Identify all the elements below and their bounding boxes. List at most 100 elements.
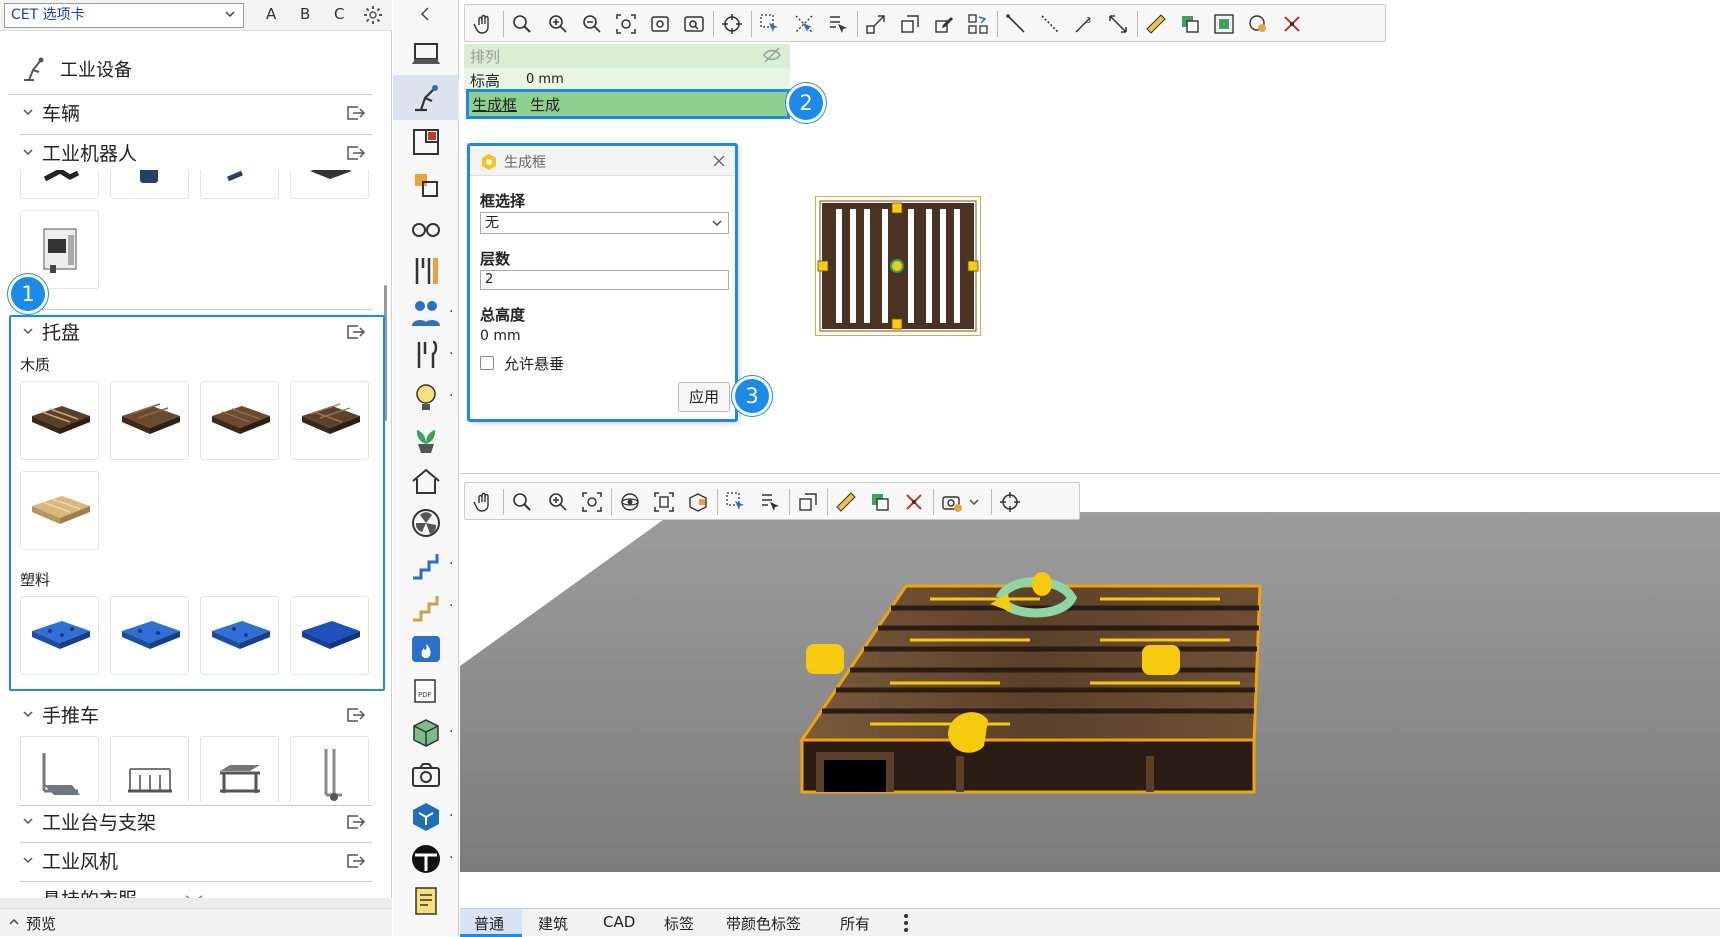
- category-vehicles[interactable]: 车辆: [22, 98, 372, 128]
- dashed-line-icon[interactable]: [1039, 13, 1061, 35]
- robot-arm-icon[interactable]: [409, 80, 443, 114]
- zoom-in-icon[interactable]: [547, 491, 569, 513]
- wood-pallet-thumb[interactable]: [290, 381, 369, 460]
- delete-icon[interactable]: [903, 491, 925, 513]
- frame-select-dropdown[interactable]: 无: [480, 212, 729, 234]
- letter-b-button[interactable]: B: [300, 5, 310, 23]
- notes-icon[interactable]: [409, 884, 443, 918]
- category-robots[interactable]: 工业机器人: [22, 138, 372, 168]
- layers-input[interactable]: 2: [480, 270, 729, 290]
- zoom-icon[interactable]: [511, 13, 533, 35]
- wood-pallet-thumb[interactable]: [20, 381, 99, 460]
- apply-button[interactable]: 应用: [678, 382, 730, 412]
- tab-color-labels[interactable]: 带颜色标签: [726, 913, 801, 934]
- category-fans[interactable]: 工业风机: [22, 846, 372, 876]
- view-box-icon[interactable]: [687, 491, 709, 513]
- orbit-icon[interactable]: [619, 491, 641, 513]
- export-icon[interactable]: [346, 707, 366, 723]
- zoom-in-icon[interactable]: [547, 13, 569, 35]
- export-icon[interactable]: [346, 145, 366, 161]
- settings-coin-icon[interactable]: [1247, 13, 1269, 35]
- fit-view-icon[interactable]: [653, 491, 675, 513]
- prop-row-arrange[interactable]: 排列: [464, 44, 790, 68]
- snap-crosshair-icon[interactable]: [999, 491, 1021, 513]
- tab-selector-dropdown[interactable]: CET 选项卡: [4, 3, 244, 28]
- tab-labels[interactable]: 标签: [664, 913, 694, 934]
- category-pallets[interactable]: 托盘: [22, 317, 372, 347]
- letter-c-button[interactable]: C: [334, 5, 344, 23]
- camera-settings-icon[interactable]: [941, 491, 963, 513]
- plant-icon[interactable]: [409, 422, 443, 456]
- copy-icon[interactable]: [869, 491, 891, 513]
- collapse-button[interactable]: [415, 0, 435, 28]
- export-icon[interactable]: [346, 853, 366, 869]
- chevron-down-icon[interactable]: [967, 491, 981, 513]
- category-workbench[interactable]: 工业台与支架: [22, 807, 372, 837]
- measure-arrow-icon[interactable]: [1107, 13, 1129, 35]
- robot-thumb[interactable]: [200, 170, 279, 199]
- scale-icon[interactable]: [899, 13, 921, 35]
- zoom-out-icon[interactable]: [581, 13, 603, 35]
- shapes-icon[interactable]: [409, 168, 443, 202]
- prop-row-generate-frame[interactable]: 生成框 生成: [466, 89, 790, 119]
- lightbulb-icon[interactable]: [409, 380, 443, 414]
- export-icon[interactable]: [346, 814, 366, 830]
- snap-crosshair-icon[interactable]: [721, 13, 743, 35]
- export-icon[interactable]: [346, 105, 366, 121]
- house-icon[interactable]: [409, 464, 443, 498]
- trolley-thumb[interactable]: [110, 736, 189, 802]
- robot-thumb[interactable]: [110, 170, 189, 199]
- scale-icon[interactable]: [797, 491, 819, 513]
- tab-cad[interactable]: CAD: [603, 913, 635, 931]
- camera-icon[interactable]: [409, 758, 443, 792]
- delete-icon[interactable]: [1281, 13, 1303, 35]
- select-icon[interactable]: [759, 13, 781, 35]
- select-cross-icon[interactable]: [793, 13, 815, 35]
- category-trolleys[interactable]: 手推车: [22, 700, 372, 730]
- select-list-icon[interactable]: [759, 491, 781, 513]
- cube-icon[interactable]: [409, 716, 443, 750]
- pdf-icon[interactable]: PDF: [409, 674, 443, 708]
- fan-icon[interactable]: [409, 506, 443, 540]
- floorplan-icon[interactable]: [409, 125, 443, 159]
- copy-icon[interactable]: [1179, 13, 1201, 35]
- line-icon[interactable]: [1005, 13, 1027, 35]
- array-icon[interactable]: [967, 13, 989, 35]
- tab-normal[interactable]: 普通: [474, 913, 504, 934]
- sketchup-icon[interactable]: [409, 800, 443, 834]
- gear-icon[interactable]: [363, 5, 383, 25]
- robot-thumb[interactable]: [20, 170, 99, 199]
- more-vertical-icon[interactable]: [903, 913, 909, 933]
- trolley-thumb[interactable]: [20, 736, 99, 802]
- ruler-icon[interactable]: [835, 491, 857, 513]
- brand-circle-icon[interactable]: [409, 842, 443, 876]
- tools-icon[interactable]: [409, 254, 443, 288]
- dimension-3pt-icon[interactable]: 3: [1073, 13, 1095, 35]
- trolley-thumb[interactable]: [200, 736, 279, 802]
- pallet-2d-view[interactable]: [815, 196, 981, 336]
- robot-thumb[interactable]: [290, 170, 369, 199]
- zoom-extents-icon[interactable]: [615, 13, 637, 35]
- laptop-icon[interactable]: [409, 38, 443, 72]
- tab-all[interactable]: 所有: [840, 913, 870, 934]
- viewport-3d[interactable]: [460, 478, 1720, 908]
- wood-pallet-thumb[interactable]: [200, 381, 279, 460]
- export-icon[interactable]: [346, 324, 366, 340]
- wood-pallet-thumb[interactable]: [110, 381, 189, 460]
- stairs-icon[interactable]: [409, 548, 443, 582]
- edit-shape-icon[interactable]: [933, 13, 955, 35]
- letter-a-button[interactable]: A: [266, 5, 276, 23]
- plastic-pallet-thumb[interactable]: [200, 596, 279, 675]
- plastic-pallet-thumb[interactable]: [290, 596, 369, 675]
- viewport-divider[interactable]: [460, 473, 1720, 474]
- pan-hand-icon[interactable]: [473, 491, 495, 513]
- zoom-window-icon[interactable]: [649, 13, 671, 35]
- light-wood-pallet-thumb[interactable]: [20, 471, 99, 550]
- zoom-selection-icon[interactable]: [683, 13, 705, 35]
- ruler-icon[interactable]: [1145, 13, 1167, 35]
- zoom-icon[interactable]: [511, 491, 533, 513]
- people-icon[interactable]: [409, 296, 443, 330]
- generate-frame-link[interactable]: 生成框: [472, 94, 517, 115]
- tab-architecture[interactable]: 建筑: [538, 913, 568, 934]
- group-icon[interactable]: [1213, 13, 1235, 35]
